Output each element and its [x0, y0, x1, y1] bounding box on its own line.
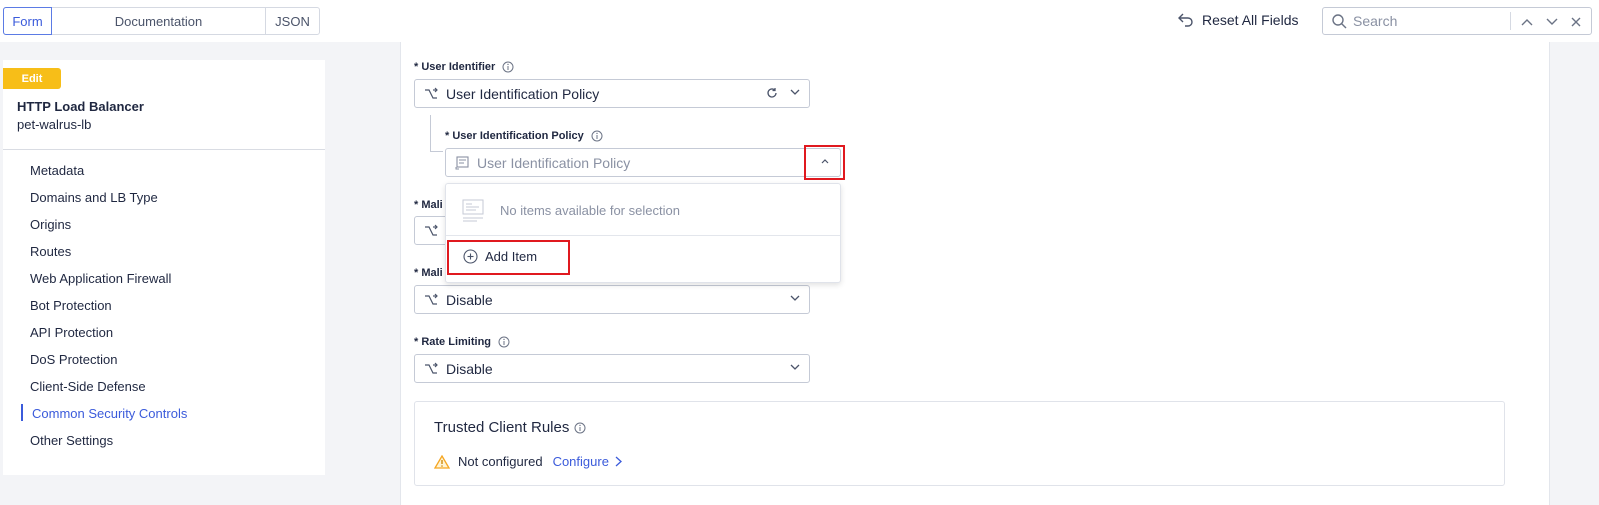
trusted-client-rules-card: Trusted Client Rules Not configured Conf…: [414, 401, 1505, 486]
sidebar-item-metadata[interactable]: Metadata: [3, 157, 325, 184]
view-tabs: Form Documentation JSON: [3, 7, 320, 35]
select-value: User Identification Policy: [446, 85, 600, 102]
sidebar-item-origins[interactable]: Origins: [3, 211, 325, 238]
form-list-icon: [455, 155, 469, 170]
empty-text: No items available for selection: [500, 202, 680, 218]
tab-json[interactable]: JSON: [266, 8, 319, 34]
select-value: Disable: [446, 360, 493, 377]
user-identification-policy-select[interactable]: User Identification Policy: [445, 148, 841, 177]
reset-all-fields-button[interactable]: Reset All Fields: [1178, 12, 1298, 28]
reset-label: Reset All Fields: [1202, 12, 1299, 28]
sidebar-item-other-settings[interactable]: Other Settings: [3, 427, 325, 454]
status-text: Not configured: [458, 454, 543, 469]
section-nav: Metadata Domains and LB Type Origins Rou…: [3, 157, 325, 454]
chevron-down-icon[interactable]: [1543, 13, 1561, 31]
sidebar-item-bot-protection[interactable]: Bot Protection: [3, 292, 325, 319]
field-label: * User Identifier: [414, 61, 496, 73]
rate-limiting-select[interactable]: Disable: [414, 354, 810, 383]
info-icon[interactable]: [574, 422, 586, 434]
chevron-up-icon[interactable]: [1518, 13, 1536, 31]
object-type: HTTP Load Balancer: [17, 99, 144, 114]
sidebar-item-routes[interactable]: Routes: [3, 238, 325, 265]
search-box: [1322, 7, 1592, 35]
config-status: Not configured Configure: [434, 454, 622, 469]
right-gutter: [1551, 42, 1599, 505]
empty-list-icon: [462, 198, 484, 222]
sidebar-item-common-security-controls[interactable]: Common Security Controls: [3, 400, 325, 427]
configure-label: Configure: [552, 454, 609, 469]
card-title-text: Trusted Client Rules: [434, 419, 570, 436]
search-divider: [1510, 12, 1511, 30]
tab-form[interactable]: Form: [3, 7, 52, 35]
divider: [446, 235, 840, 236]
highlight-box: [447, 240, 570, 275]
sidebar-item-domains[interactable]: Domains and LB Type: [3, 184, 325, 211]
chevron-right-icon: [615, 456, 622, 467]
info-icon[interactable]: [591, 130, 603, 142]
warning-icon: [434, 454, 450, 469]
object-name: pet-walrus-lb: [17, 117, 92, 132]
field-label: * Mali: [414, 199, 443, 211]
tab-documentation[interactable]: Documentation: [52, 8, 266, 34]
sidebar-item-client-side-defense[interactable]: Client-Side Defense: [3, 373, 325, 400]
sidebar-item-dos-protection[interactable]: DoS Protection: [3, 346, 325, 373]
search-icon: [1332, 13, 1347, 29]
choice-icon: [424, 293, 438, 307]
sidebar-item-waf[interactable]: Web Application Firewall: [3, 265, 325, 292]
malicious-select-2[interactable]: Disable: [414, 285, 810, 314]
configure-link[interactable]: Configure: [553, 454, 622, 469]
chevron-down-icon[interactable]: [790, 363, 800, 371]
select-value: Disable: [446, 291, 493, 308]
search-input[interactable]: [1353, 13, 1503, 29]
malicious-label-1: * Mali: [414, 199, 443, 211]
info-icon[interactable]: [502, 61, 514, 73]
undo-icon: [1178, 13, 1194, 27]
close-icon[interactable]: [1567, 13, 1585, 31]
choice-icon: [424, 362, 438, 376]
rate-limiting-label: * Rate Limiting: [414, 336, 510, 348]
card-title: Trusted Client Rules: [434, 419, 586, 436]
field-label: * Rate Limiting: [414, 336, 492, 348]
chevron-down-icon[interactable]: [790, 294, 800, 302]
user-identifier-select[interactable]: User Identification Policy: [414, 79, 810, 108]
tree-connector: [430, 115, 443, 152]
refresh-icon[interactable]: [766, 87, 778, 99]
divider: [3, 149, 325, 150]
edit-badge: Edit: [3, 68, 61, 89]
info-icon[interactable]: [498, 336, 510, 348]
choice-icon: [424, 224, 438, 238]
top-toolbar: Form Documentation JSON Reset All Fields: [0, 0, 1599, 42]
highlight-box: [804, 145, 845, 180]
malicious-label-2: * Mali: [414, 267, 443, 279]
user-identifier-label: * User Identifier: [414, 61, 514, 73]
chevron-down-icon[interactable]: [790, 88, 800, 96]
empty-state: No items available for selection: [446, 184, 840, 236]
section-sidebar: Edit HTTP Load Balancer pet-walrus-lb Me…: [3, 60, 325, 475]
form-panel: * User Identifier User Identification Po…: [400, 42, 1550, 505]
choice-icon: [424, 87, 438, 101]
select-placeholder: User Identification Policy: [477, 154, 631, 171]
sidebar-item-api-protection[interactable]: API Protection: [3, 319, 325, 346]
field-label: * Mali: [414, 267, 443, 279]
user-identification-policy-label: * User Identification Policy: [445, 130, 603, 142]
field-label: * User Identification Policy: [445, 130, 584, 142]
